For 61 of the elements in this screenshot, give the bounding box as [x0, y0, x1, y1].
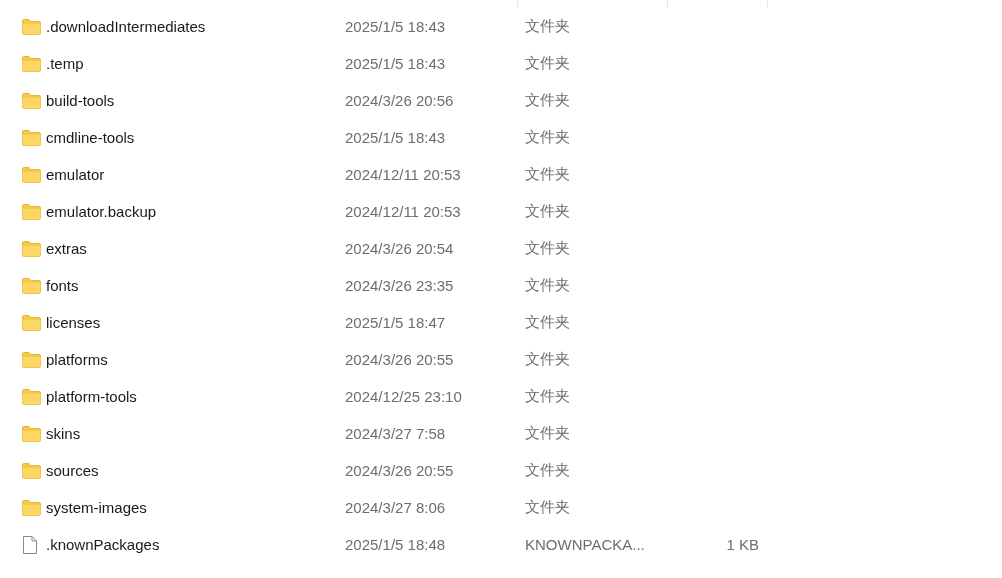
- file-type: 文件夹: [525, 91, 571, 110]
- modified-date: 2025/1/5 18:43: [345, 55, 447, 72]
- file-type: 文件夹: [525, 17, 571, 36]
- file-type: 文件夹: [525, 128, 571, 147]
- file-name[interactable]: .knownPackages: [46, 536, 345, 553]
- file-icon: [22, 534, 38, 555]
- file-name[interactable]: build-tools: [46, 92, 345, 109]
- folder-icon: [22, 129, 41, 146]
- file-type: 文件夹: [525, 239, 571, 258]
- file-name[interactable]: platform-tools: [46, 388, 345, 405]
- file-type: KNOWNPACKA...: [525, 536, 646, 553]
- file-name[interactable]: .downloadIntermediates: [46, 18, 345, 35]
- modified-date: 2025/1/5 18:43: [345, 18, 447, 35]
- file-name[interactable]: fonts: [46, 277, 345, 294]
- modified-date: 2024/3/26 20:54: [345, 240, 455, 257]
- file-name[interactable]: emulator.backup: [46, 203, 345, 220]
- folder-icon: [22, 203, 41, 220]
- file-type: 文件夹: [525, 54, 571, 73]
- file-name[interactable]: emulator: [46, 166, 345, 183]
- modified-date: 2025/1/5 18:48: [345, 536, 447, 553]
- modified-date: 2024/12/25 23:10: [345, 388, 463, 405]
- folder-icon: [22, 92, 41, 109]
- file-name[interactable]: sources: [46, 462, 345, 479]
- folder-icon: [22, 462, 41, 479]
- file-type: 文件夹: [525, 276, 571, 295]
- file-type: 文件夹: [525, 350, 571, 369]
- modified-date: 2025/1/5 18:47: [345, 314, 447, 331]
- file-name[interactable]: cmdline-tools: [46, 129, 345, 146]
- file-name[interactable]: system-images: [46, 499, 345, 516]
- modified-date: 2024/12/11 20:53: [345, 166, 462, 183]
- file-type: 文件夹: [525, 498, 571, 517]
- modified-date: 2024/3/26 20:55: [345, 462, 455, 479]
- file-type: 文件夹: [525, 202, 571, 221]
- file-type: 文件夹: [525, 461, 571, 480]
- file-type: 文件夹: [525, 387, 571, 406]
- modified-date: 2024/3/27 8:06: [345, 499, 447, 516]
- file-name[interactable]: extras: [46, 240, 345, 257]
- modified-date: 2024/3/27 7:58: [345, 425, 447, 442]
- folder-icon: [22, 351, 41, 368]
- modified-date: 2025/1/5 18:43: [345, 129, 447, 146]
- modified-date: 2024/12/11 20:53: [345, 203, 462, 220]
- file-name[interactable]: skins: [46, 425, 345, 442]
- folder-icon: [22, 166, 41, 183]
- folder-icon: [22, 499, 41, 516]
- file-type: 文件夹: [525, 165, 571, 184]
- folder-icon: [22, 18, 41, 35]
- modified-date: 2024/3/26 20:56: [345, 92, 455, 109]
- file-name[interactable]: .temp: [46, 55, 345, 72]
- file-name[interactable]: licenses: [46, 314, 345, 331]
- file-type: 文件夹: [525, 313, 571, 332]
- folder-icon: [22, 277, 41, 294]
- folder-icon: [22, 314, 41, 331]
- folder-icon: [22, 425, 41, 442]
- file-name[interactable]: platforms: [46, 351, 345, 368]
- modified-date: 2024/3/26 20:55: [345, 351, 455, 368]
- file-size: 1 KB: [725, 536, 759, 553]
- modified-date: 2024/3/26 23:35: [345, 277, 455, 294]
- folder-icon: [22, 240, 41, 257]
- file-type: 文件夹: [525, 424, 571, 443]
- folder-icon: [22, 388, 41, 405]
- folder-icon: [22, 55, 41, 72]
